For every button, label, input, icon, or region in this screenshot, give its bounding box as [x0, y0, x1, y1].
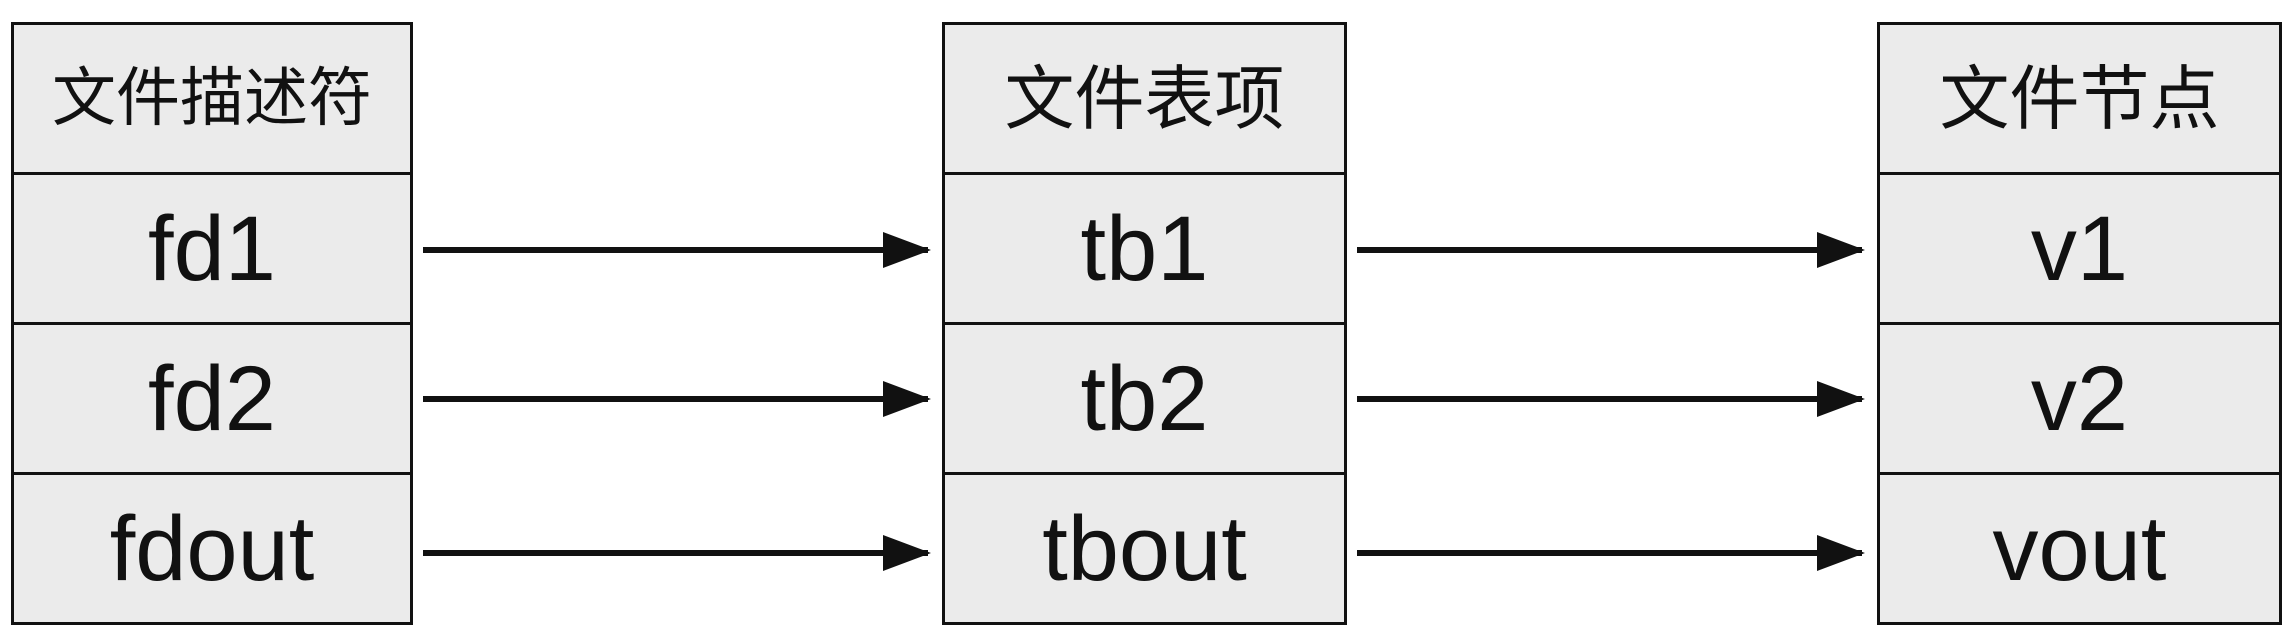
file-table-entry-header: 文件表项	[1004, 57, 1285, 140]
file-descriptor-header: 文件描述符	[52, 61, 372, 136]
v-row-2: v2	[1880, 322, 2279, 472]
fd-row-out: fdout	[14, 472, 410, 622]
fd-row-1: fd1	[14, 172, 410, 322]
v-row-1: v1	[1880, 172, 2279, 322]
file-descriptor-table: 文件描述符 fd1 fd2 fdout	[11, 22, 413, 625]
file-table-entry-table: 文件表项 tb1 tb2 tbout	[942, 22, 1347, 625]
tb-row-2: tb2	[945, 322, 1344, 472]
tb-row-out: tbout	[945, 472, 1344, 622]
tb-row-1: tb1	[945, 172, 1344, 322]
file-node-header: 文件节点	[1939, 57, 2220, 140]
file-node-table: 文件节点 v1 v2 vout	[1877, 22, 2282, 625]
fd-row-2: fd2	[14, 322, 410, 472]
v-row-out: vout	[1880, 472, 2279, 622]
